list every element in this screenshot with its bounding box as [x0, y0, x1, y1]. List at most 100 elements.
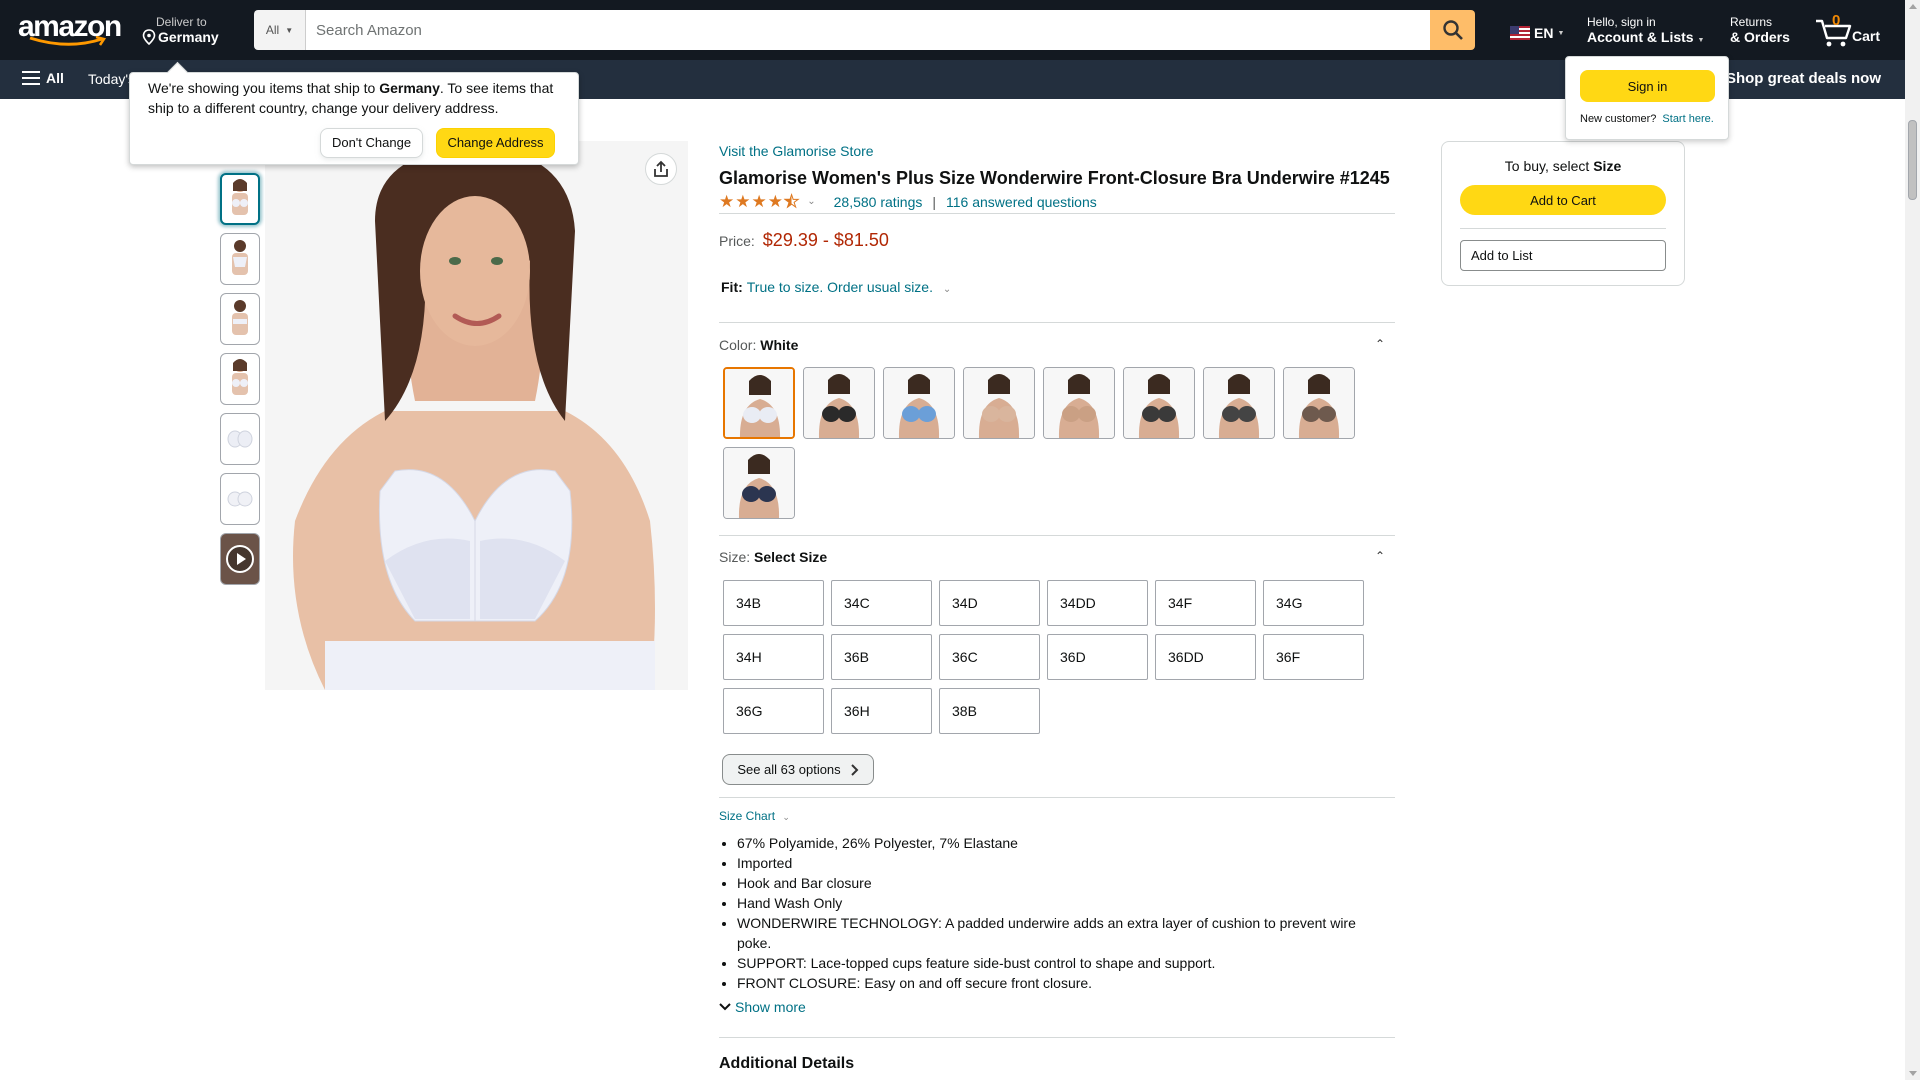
swatch-model-icon: [724, 448, 794, 518]
store-link[interactable]: Visit the Glamorise Store: [719, 143, 874, 159]
swatch-model-icon: [1284, 368, 1354, 438]
color-swatch[interactable]: [963, 367, 1035, 439]
price-separator: -: [822, 230, 829, 250]
see-all-label: See all 63 options: [737, 762, 841, 777]
chevron-right-icon: [850, 763, 859, 776]
chevron-up-icon[interactable]: ⌃: [1375, 337, 1385, 351]
size-option[interactable]: 34F: [1155, 580, 1256, 626]
all-menu-button[interactable]: All: [22, 70, 64, 86]
thumbnail[interactable]: [220, 473, 260, 525]
add-to-list-button[interactable]: Add to List: [1460, 240, 1666, 271]
color-swatch[interactable]: [1203, 367, 1275, 439]
add-to-cart-button[interactable]: Add to Cart: [1460, 185, 1666, 215]
search-icon: [1442, 20, 1463, 40]
answered-questions-link[interactable]: 116 answered questions: [946, 194, 1097, 210]
size-option[interactable]: 36B: [831, 634, 932, 680]
size-option[interactable]: 34D: [939, 580, 1040, 626]
search-bar: All ▼ Search Amazon: [254, 10, 1475, 50]
thumbnail[interactable]: [220, 353, 260, 405]
dropdown-caret-icon: ▼: [285, 25, 294, 35]
divider: [1460, 228, 1666, 229]
amazon-logo[interactable]: amazon: [18, 12, 122, 48]
size-option[interactable]: 34G: [1263, 580, 1364, 626]
change-address-button[interactable]: Change Address: [436, 128, 555, 158]
size-option[interactable]: 34C: [831, 580, 932, 626]
color-swatch[interactable]: [1043, 367, 1115, 439]
thumbnail[interactable]: [220, 233, 260, 285]
feature-bullet: Hand Wash Only: [737, 893, 1377, 913]
swatch-model-icon: [884, 368, 954, 438]
caret-down-icon: ▼: [1697, 37, 1705, 44]
shop-deals-link[interactable]: Shop great deals now: [1726, 70, 1881, 87]
sign-in-button[interactable]: Sign in: [1580, 70, 1715, 102]
color-swatch[interactable]: [723, 447, 795, 519]
product-title: Glamorise Women's Plus Size Wonderwire F…: [719, 168, 1390, 188]
share-button[interactable]: [645, 153, 677, 185]
scroll-up-icon[interactable]: [1909, 4, 1917, 9]
ratings-count-link[interactable]: 28,580 ratings: [834, 194, 923, 210]
show-more-link[interactable]: Show more: [719, 999, 806, 1015]
feature-bullet: Hook and Bar closure: [737, 873, 1377, 893]
divider: [719, 1037, 1395, 1038]
size-option[interactable]: 36D: [1047, 634, 1148, 680]
color-swatch[interactable]: [883, 367, 955, 439]
chevron-down-icon[interactable]: ⌄: [807, 196, 815, 207]
divider: [719, 797, 1395, 798]
size-label: Size: Select Size: [719, 549, 827, 565]
see-all-options-button[interactable]: See all 63 options: [722, 754, 874, 785]
language-selector[interactable]: EN ▼: [1510, 25, 1564, 41]
size-option[interactable]: 34B: [723, 580, 824, 626]
color-swatch[interactable]: [803, 367, 875, 439]
video-thumbnail[interactable]: [220, 533, 260, 585]
dont-change-button[interactable]: Don't Change: [320, 128, 423, 158]
size-option[interactable]: 36C: [939, 634, 1040, 680]
cart-button[interactable]: 0 Cart: [1814, 12, 1884, 48]
color-swatch[interactable]: [1123, 367, 1195, 439]
size-option[interactable]: 36DD: [1155, 634, 1256, 680]
search-category-select[interactable]: All ▼: [254, 10, 306, 50]
swatch-model-icon: [1204, 368, 1274, 438]
deliver-line1: Deliver to: [156, 15, 207, 29]
price-label: Price:: [719, 233, 755, 249]
size-option[interactable]: 38B: [939, 688, 1040, 734]
product-thumbnail-icon: [232, 179, 248, 215]
search-input[interactable]: Search Amazon: [306, 10, 1430, 50]
scrollbar-thumb[interactable]: [1908, 120, 1917, 200]
play-icon: [226, 545, 254, 573]
cart-count: 0: [1832, 12, 1841, 29]
size-option[interactable]: 36F: [1263, 634, 1364, 680]
start-here-link[interactable]: Start here.: [1662, 113, 1713, 125]
size-chart-link[interactable]: Size Chart ⌄: [719, 809, 790, 823]
chevron-down-icon[interactable]: ⌄: [943, 284, 951, 295]
size-option[interactable]: 34H: [723, 634, 824, 680]
deliver-to[interactable]: Deliver to Germany: [142, 15, 219, 45]
thumbnail[interactable]: [220, 173, 260, 225]
color-swatch[interactable]: [723, 367, 795, 439]
size-option[interactable]: 36G: [723, 688, 824, 734]
page-scrollbar[interactable]: [1905, 0, 1920, 1080]
star-icon: ★: [719, 192, 735, 211]
feature-bullet: SUPPORT: Lace-topped cups feature side-b…: [737, 953, 1377, 973]
search-button[interactable]: [1430, 10, 1475, 50]
chevron-up-icon[interactable]: ⌃: [1375, 549, 1385, 563]
account-lists[interactable]: Hello, sign in Account & Lists ▼: [1587, 15, 1704, 45]
color-value: White: [760, 337, 799, 353]
returns-line2: & Orders: [1730, 29, 1790, 45]
fit-value-link[interactable]: True to size. Order usual size.: [747, 279, 933, 295]
thumbnail[interactable]: [220, 293, 260, 345]
swatch-model-icon: [964, 368, 1034, 438]
show-more-label: Show more: [735, 999, 806, 1015]
size-option[interactable]: 34DD: [1047, 580, 1148, 626]
divider: [719, 322, 1395, 323]
scroll-down-icon[interactable]: [1909, 1071, 1917, 1076]
fit-row: Fit: True to size. Order usual size. ⌄: [721, 279, 951, 295]
main-product-image[interactable]: [265, 141, 688, 690]
thumbnail[interactable]: [220, 413, 260, 465]
color-swatch[interactable]: [1283, 367, 1355, 439]
star-rating[interactable]: ★ ★ ★ ★ ★: [719, 192, 800, 211]
buybox-select-size: To buy, select Size: [1442, 158, 1684, 174]
color-label-text: Color:: [719, 337, 757, 353]
returns-orders[interactable]: Returns & Orders: [1730, 15, 1790, 45]
size-option[interactable]: 36H: [831, 688, 932, 734]
chevron-down-icon: [719, 1003, 731, 1011]
